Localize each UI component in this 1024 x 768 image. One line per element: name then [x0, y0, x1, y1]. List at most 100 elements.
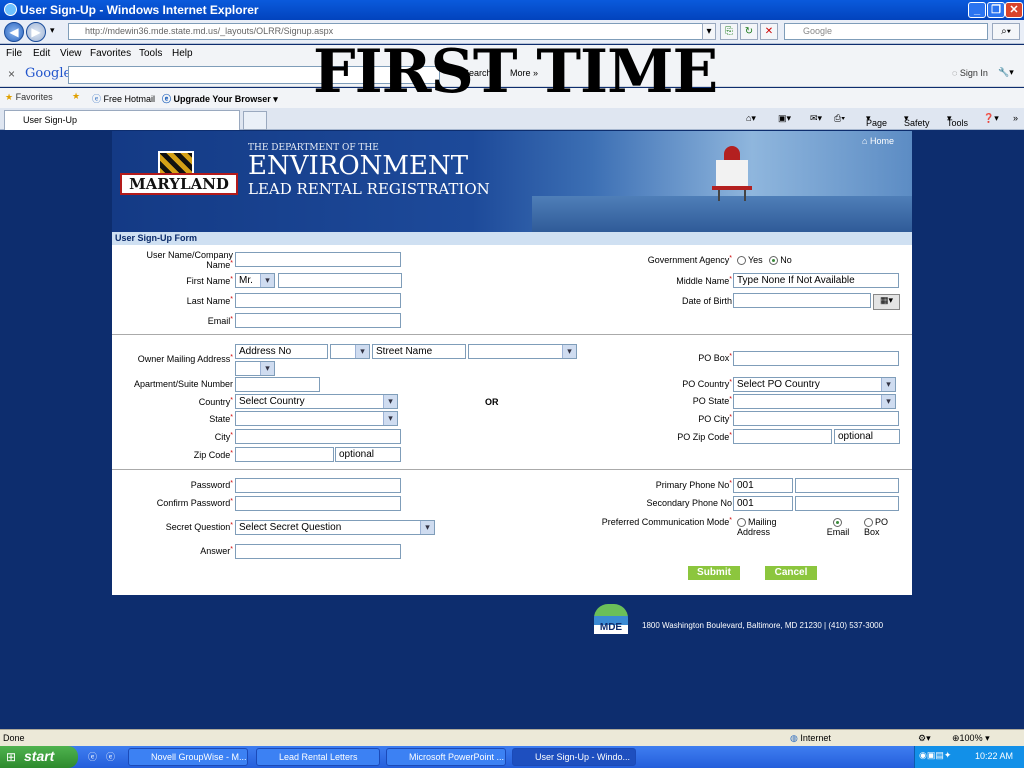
tools-menu[interactable]: Tools ▾: [947, 113, 968, 128]
calendar-icon[interactable]: ▦▾: [873, 294, 900, 310]
chevron-more-icon[interactable]: »: [1013, 113, 1018, 123]
tab-user-signup[interactable]: User Sign-Up: [4, 110, 240, 130]
safety-menu[interactable]: Safety ▾: [904, 113, 930, 128]
primary-phone-code-input[interactable]: 001: [733, 478, 793, 493]
menu-help[interactable]: Help: [172, 48, 193, 59]
state-select[interactable]: [235, 411, 398, 426]
country-select[interactable]: Select Country: [235, 394, 398, 409]
title-select[interactable]: Mr.: [235, 273, 275, 288]
secondary-phone-input[interactable]: [795, 496, 899, 511]
pocountry-select[interactable]: Select PO Country: [733, 377, 896, 392]
wrench-icon[interactable]: 🔧▾: [998, 67, 1014, 78]
minimize-button[interactable]: _: [968, 2, 986, 18]
forward-icon[interactable]: ▶: [26, 22, 46, 42]
compatibility-icon[interactable]: ⎘: [720, 23, 738, 40]
home-link[interactable]: ⌂ Home: [862, 136, 894, 146]
street-name-input[interactable]: Street Name: [372, 344, 466, 359]
secondary-phone-code-input[interactable]: 001: [733, 496, 793, 511]
comm-mailing-radio[interactable]: Mailing Address: [737, 517, 793, 537]
quicklaunch-ie-icon[interactable]: ⓔ: [88, 750, 97, 763]
task-powerpoint[interactable]: Microsoft PowerPoint ...: [386, 748, 506, 766]
address-no-input[interactable]: Address No: [235, 344, 328, 359]
home-icon[interactable]: ⌂▾: [746, 113, 756, 124]
username-input[interactable]: [235, 252, 401, 267]
new-tab-button[interactable]: [243, 111, 267, 130]
quicklaunch-icon[interactable]: ⓔ: [106, 750, 115, 763]
dob-input[interactable]: [733, 293, 871, 308]
submit-button[interactable]: Submit: [688, 566, 740, 580]
comm-pobox-radio[interactable]: PO Box: [864, 517, 898, 537]
gov-yes-radio[interactable]: Yes: [737, 255, 763, 266]
mail-icon[interactable]: ✉▾: [810, 113, 822, 124]
username-label-text: User Name/Company Name: [146, 250, 233, 270]
email-input[interactable]: [235, 313, 401, 328]
answer-label: Answer*: [200, 546, 233, 556]
zip-label-text: Zip Code: [193, 450, 231, 460]
street-type-select[interactable]: [468, 344, 577, 359]
pozip-extension-input[interactable]: optional: [834, 429, 900, 444]
pozip-input[interactable]: [733, 429, 832, 444]
zoom-control[interactable]: ⊕100% ▾: [952, 733, 990, 744]
menu-file[interactable]: File: [6, 48, 22, 59]
back-icon[interactable]: ◀: [4, 22, 24, 42]
page-menu[interactable]: Page ▾: [866, 113, 887, 128]
search-go-icon[interactable]: ⌕▾: [992, 23, 1020, 40]
street-direction-select[interactable]: [235, 361, 275, 376]
add-favorites-icon[interactable]: ★: [72, 91, 80, 102]
answer-input[interactable]: [235, 544, 401, 559]
middlename-input[interactable]: Type None If Not Available: [733, 273, 899, 288]
system-tray: ◉▣▤✦ 10:22 AM: [914, 746, 1024, 768]
comm-email-label: Email: [826, 527, 850, 538]
or-separator: OR: [485, 397, 499, 407]
postate-select[interactable]: [733, 394, 896, 409]
maximize-button[interactable]: ❐: [987, 2, 1005, 18]
close-button[interactable]: ✕: [1005, 2, 1023, 18]
pocity-input[interactable]: [733, 411, 899, 426]
gov-no-radio[interactable]: No: [769, 255, 792, 266]
task-user-signup[interactable]: User Sign-Up - Windo...: [512, 748, 636, 766]
zip-input[interactable]: [235, 447, 334, 462]
zip-extension-input[interactable]: optional: [335, 447, 401, 462]
stop-icon[interactable]: ✕: [760, 23, 778, 40]
google-signin[interactable]: ◌ Sign In: [952, 68, 988, 78]
pobox-label-text: PO Box: [698, 353, 730, 363]
print-icon[interactable]: ⎙▾: [834, 113, 845, 124]
history-dropdown-icon[interactable]: ▾: [50, 25, 55, 36]
city-input[interactable]: [235, 429, 401, 444]
task-lead-rental-letters[interactable]: Lead Rental Letters: [256, 748, 380, 766]
comm-email-radio[interactable]: Email: [818, 517, 858, 537]
favorites-label: Favorites: [15, 92, 53, 102]
secret-question-select[interactable]: Select Secret Question: [235, 520, 435, 535]
firstname-input[interactable]: [278, 273, 402, 288]
lastname-input[interactable]: [235, 293, 401, 308]
menu-tools[interactable]: Tools: [139, 48, 162, 59]
menu-edit[interactable]: Edit: [33, 48, 50, 59]
favorites-button[interactable]: ★ Favorites: [5, 92, 53, 103]
apt-label: Apartment/Suite Number: [133, 379, 233, 389]
address-fraction-select[interactable]: [330, 344, 370, 359]
fav-upgrade[interactable]: ⓔ Upgrade Your Browser ▾: [162, 92, 278, 105]
toolbar-close-icon[interactable]: ×: [8, 67, 15, 81]
feeds-icon[interactable]: ▣▾: [778, 113, 791, 124]
pobox-input[interactable]: [733, 351, 899, 366]
refresh-icon[interactable]: ↻: [740, 23, 758, 40]
search-input[interactable]: Google: [784, 23, 988, 40]
cancel-button[interactable]: Cancel: [765, 566, 817, 580]
comm-mode-label-text: Preferred Communication Mode: [601, 517, 730, 527]
help-icon[interactable]: ❓▾: [983, 113, 999, 124]
menu-view[interactable]: View: [60, 48, 82, 59]
safety-menu-label: Safety: [904, 118, 930, 128]
divider: [112, 334, 912, 335]
confirm-password-input[interactable]: [235, 496, 401, 511]
fav-hotmail[interactable]: ⓔ Free Hotmail: [92, 92, 155, 105]
apt-input[interactable]: [235, 377, 320, 392]
menu-favorites[interactable]: Favorites: [90, 48, 131, 59]
gov-agency-label: Government Agency*: [647, 255, 732, 265]
protected-mode-icon[interactable]: ⚙▾: [918, 733, 931, 744]
task-groupwise[interactable]: Novell GroupWise - M...: [128, 748, 248, 766]
secret-question-label-text: Secret Question: [165, 522, 231, 532]
password-input[interactable]: [235, 478, 401, 493]
tray-icons[interactable]: ◉▣▤✦: [919, 750, 951, 761]
primary-phone-input[interactable]: [795, 478, 899, 493]
answer-label-text: Answer: [200, 546, 231, 556]
